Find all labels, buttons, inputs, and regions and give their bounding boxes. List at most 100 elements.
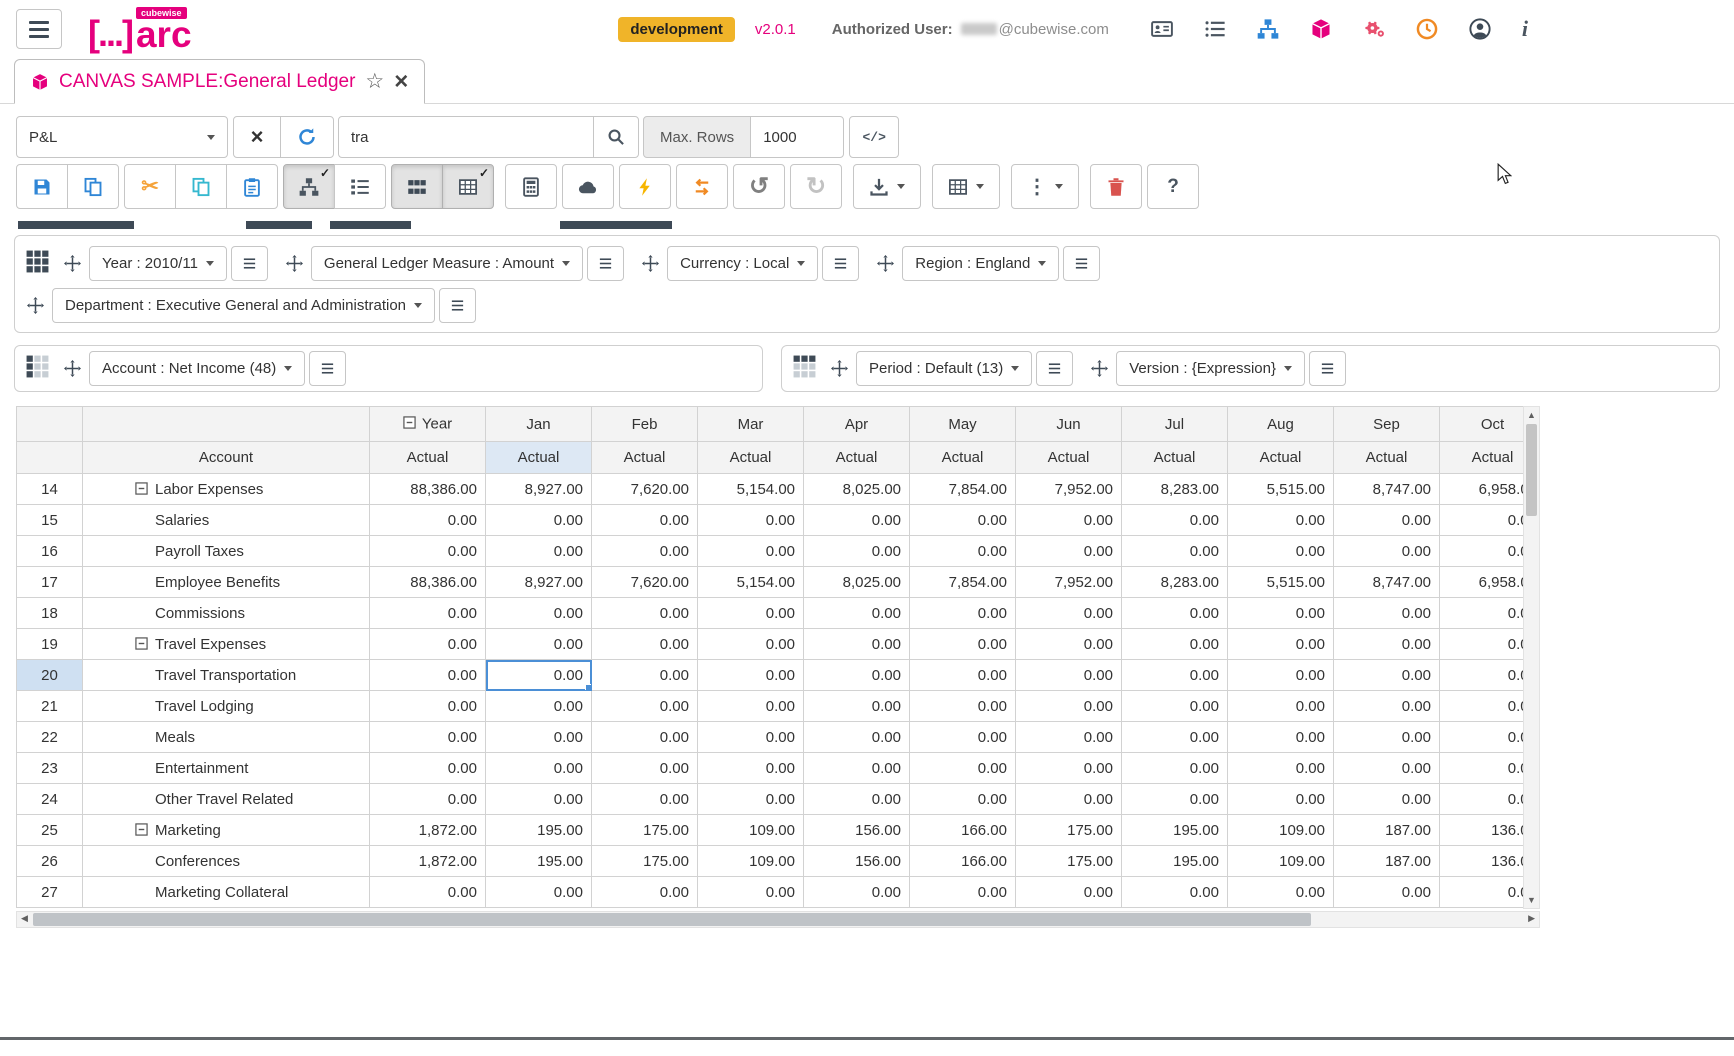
account-cell[interactable]: Conferences [83, 846, 370, 877]
month-column-header[interactable]: Apr [804, 407, 910, 442]
value-cell[interactable]: 175.00 [1016, 846, 1122, 877]
value-cell[interactable]: 187.00 [1334, 815, 1440, 846]
value-cell[interactable]: 8,025.00 [804, 474, 910, 505]
collapse-icon[interactable] [135, 637, 148, 650]
copy-pages-button[interactable] [175, 164, 227, 209]
subset-list-button[interactable] [822, 246, 859, 281]
value-cell[interactable]: 166.00 [910, 815, 1016, 846]
account-cell[interactable]: Labor Expenses [83, 474, 370, 505]
value-cell[interactable]: 0.00 [910, 660, 1016, 691]
account-cell[interactable]: Travel Expenses [83, 629, 370, 660]
dimension-dropdown[interactable]: Region : England [902, 246, 1059, 281]
value-cell[interactable]: 0.00 [698, 629, 804, 660]
value-cell[interactable]: 156.00 [804, 846, 910, 877]
cut-button[interactable]: ✂ [124, 164, 176, 209]
value-cell[interactable]: 195.00 [1122, 815, 1228, 846]
value-cell[interactable]: 0.00 [804, 598, 910, 629]
scroll-down-icon[interactable]: ▼ [1524, 895, 1539, 905]
gears-button[interactable] [1363, 18, 1385, 40]
year-total-cell[interactable]: 0.00 [370, 536, 486, 567]
value-cell[interactable]: 0.00 [592, 536, 698, 567]
year-total-cell[interactable]: 0.00 [370, 691, 486, 722]
scroll-up-icon[interactable]: ▲ [1524, 410, 1539, 420]
row-number[interactable]: 21 [17, 691, 83, 722]
value-cell[interactable]: 0.00 [1334, 629, 1440, 660]
year-total-cell[interactable]: 0.00 [370, 784, 486, 815]
move-handle[interactable] [831, 360, 848, 377]
redo-button[interactable]: ↻ [790, 164, 842, 209]
account-cell[interactable]: Marketing [83, 815, 370, 846]
value-cell[interactable]: 0.00 [592, 629, 698, 660]
value-cell[interactable]: 0.00 [1122, 598, 1228, 629]
value-cell[interactable]: 156.00 [804, 815, 910, 846]
value-cell[interactable]: 7,854.00 [910, 567, 1016, 598]
year-total-cell[interactable]: 0.00 [370, 877, 486, 908]
scroll-left-icon[interactable]: ◀ [21, 913, 28, 924]
measure-header[interactable]: Actual [370, 442, 486, 474]
list-view-button[interactable] [334, 164, 386, 209]
value-cell[interactable]: 0.00 [1334, 598, 1440, 629]
value-cell[interactable]: 0.00 [804, 722, 910, 753]
value-cell[interactable]: 0.00 [910, 629, 1016, 660]
value-cell[interactable]: 0.00 [1122, 753, 1228, 784]
copy-button[interactable] [67, 164, 119, 209]
row-number[interactable]: 15 [17, 505, 83, 536]
dimension-dropdown[interactable]: Version : {Expression} [1116, 351, 1305, 386]
move-handle[interactable] [286, 255, 303, 272]
move-handle[interactable] [1091, 360, 1108, 377]
value-cell[interactable]: 0.00 [1016, 536, 1122, 567]
row-number[interactable]: 25 [17, 815, 83, 846]
value-cell[interactable]: 0.00 [1122, 505, 1228, 536]
scroll-right-icon[interactable]: ▶ [1528, 913, 1535, 924]
value-cell[interactable]: 0.00 [1334, 784, 1440, 815]
row-number[interactable]: 23 [17, 753, 83, 784]
year-total-cell[interactable]: 0.00 [370, 505, 486, 536]
value-cell[interactable]: 0.00 [486, 877, 592, 908]
sitemap-button[interactable] [1257, 18, 1279, 40]
value-cell[interactable]: 0.00 [486, 629, 592, 660]
value-cell[interactable]: 0.00 [486, 753, 592, 784]
value-cell[interactable]: 0.00 [1440, 877, 1524, 908]
value-cell[interactable]: 7,620.00 [592, 474, 698, 505]
value-cell[interactable]: 0.00 [698, 877, 804, 908]
value-cell[interactable]: 0.00 [910, 722, 1016, 753]
collapse-icon[interactable] [403, 416, 416, 429]
year-total-cell[interactable]: 88,386.00 [370, 567, 486, 598]
account-cell[interactable]: Meals [83, 722, 370, 753]
value-cell[interactable]: 0.00 [1440, 536, 1524, 567]
favorite-star-icon[interactable]: ☆ [365, 69, 384, 94]
value-cell[interactable]: 195.00 [486, 815, 592, 846]
value-cell[interactable]: 0.00 [486, 505, 592, 536]
month-column-header[interactable]: Aug [1228, 407, 1334, 442]
dimension-dropdown[interactable]: Period : Default (13) [856, 351, 1032, 386]
cloud-download-button[interactable] [562, 164, 614, 209]
account-header[interactable]: Account [83, 442, 370, 474]
value-cell[interactable]: 0.00 [486, 598, 592, 629]
value-cell[interactable]: 0.00 [1440, 784, 1524, 815]
vertical-scroll-thumb[interactable] [1526, 424, 1537, 516]
value-cell[interactable]: 0.00 [1122, 660, 1228, 691]
value-cell[interactable]: 0.00 [804, 877, 910, 908]
clear-button[interactable]: × [233, 116, 281, 158]
measure-header[interactable]: Actual [1228, 442, 1334, 474]
paste-button[interactable] [226, 164, 278, 209]
value-cell[interactable]: 0.00 [486, 784, 592, 815]
value-cell[interactable]: 0.00 [910, 691, 1016, 722]
month-column-header[interactable]: Mar [698, 407, 804, 442]
swap-axes-button[interactable] [676, 164, 728, 209]
measure-header[interactable]: Actual [1334, 442, 1440, 474]
value-cell[interactable]: 175.00 [1016, 815, 1122, 846]
value-cell[interactable]: 0.00 [910, 784, 1016, 815]
delete-button[interactable] [1090, 164, 1142, 209]
arc-logo[interactable]: [...] cubewise arc [88, 7, 192, 50]
value-cell[interactable]: 0.00 [1016, 660, 1122, 691]
value-cell[interactable]: 175.00 [592, 846, 698, 877]
year-total-cell[interactable]: 0.00 [370, 598, 486, 629]
account-cell[interactable]: Entertainment [83, 753, 370, 784]
dimension-dropdown[interactable]: General Ledger Measure : Amount [311, 246, 583, 281]
value-cell[interactable]: 8,927.00 [486, 474, 592, 505]
subset-list-button[interactable] [587, 246, 624, 281]
value-cell[interactable]: 0.00 [486, 660, 592, 691]
value-cell[interactable]: 8,747.00 [1334, 567, 1440, 598]
value-cell[interactable]: 195.00 [486, 846, 592, 877]
